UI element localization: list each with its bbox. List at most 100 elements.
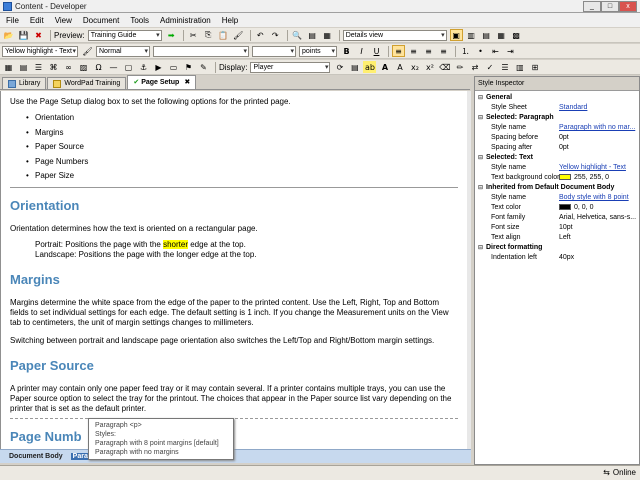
style-brush-icon[interactable]: 🖌 — [81, 45, 94, 57]
menu-help[interactable]: Help — [222, 16, 238, 25]
size-select[interactable] — [252, 45, 296, 57]
tree-icon[interactable]: ⌘ — [47, 61, 60, 73]
refresh-icon[interactable]: ⟳ — [333, 61, 346, 73]
text-size-icon[interactable]: A — [393, 61, 406, 73]
insert-row-icon[interactable]: ☰ — [498, 61, 511, 73]
flag-icon[interactable]: ⚑ — [182, 61, 195, 73]
maximize-button[interactable]: □ — [601, 1, 619, 12]
text-direction-icon[interactable]: ⇄ — [468, 61, 481, 73]
find-icon[interactable]: 🔍 — [291, 29, 304, 41]
rule-icon[interactable]: — — [107, 61, 120, 73]
editor-scrollbar[interactable] — [467, 91, 471, 449]
preview-select[interactable]: Training Guide — [87, 29, 162, 41]
preview-pane-icon[interactable]: ▤ — [348, 61, 361, 73]
display-select[interactable]: Player — [250, 61, 331, 73]
close-tab-icon[interactable]: ✖ — [184, 77, 190, 88]
merge-icon[interactable]: ⊞ — [528, 61, 541, 73]
unit-select[interactable]: points — [299, 45, 337, 57]
frame-icon[interactable]: ▢ — [122, 61, 135, 73]
properties-icon[interactable]: ▤ — [306, 29, 319, 41]
menu-tools[interactable]: Tools — [130, 16, 149, 25]
tooltip-style-option[interactable]: Paragraph with 8 point margins [default] — [95, 439, 227, 448]
image-icon[interactable]: ▨ — [77, 61, 90, 73]
align-left-icon[interactable]: ≡ — [392, 45, 405, 57]
inspector-section[interactable]: ⊟ Inherited from Default Document Body — [475, 183, 639, 193]
eraser-icon[interactable]: ⌫ — [438, 61, 451, 73]
copy-icon[interactable]: ⎘ — [202, 29, 215, 41]
insert-column-icon[interactable]: ▥ — [513, 61, 526, 73]
undo-icon[interactable]: ↶ — [254, 29, 267, 41]
font-color-icon[interactable]: A — [378, 61, 391, 73]
save-icon[interactable]: 💾 — [17, 29, 30, 41]
bold-icon[interactable]: B — [340, 45, 353, 57]
view-select[interactable]: Details view — [342, 29, 447, 41]
layout-single-icon[interactable]: ▣ — [449, 29, 463, 41]
font-select[interactable] — [153, 45, 249, 57]
paragraph-select[interactable]: Normal — [96, 45, 150, 57]
collapse-toggle-icon[interactable]: ⊟ — [478, 153, 484, 163]
tab-page-setup[interactable]: ✔ Page Setup ✖ — [127, 75, 197, 89]
menu-file[interactable]: File — [6, 16, 19, 25]
menu-document[interactable]: Document — [83, 16, 119, 25]
document-editor[interactable]: Use the Page Setup dialog box to set the… — [0, 91, 467, 449]
redo-icon[interactable]: ↷ — [269, 29, 282, 41]
link-icon[interactable]: ∞ — [62, 61, 75, 73]
menu-view[interactable]: View — [55, 16, 72, 25]
inspector-section[interactable]: ⊟ Selected: Text — [475, 153, 639, 163]
paste-icon[interactable]: 📋 — [217, 29, 230, 41]
numbered-list-icon[interactable]: ⒈ — [459, 45, 472, 57]
subscript-icon[interactable]: x₂ — [408, 61, 421, 73]
justify-icon[interactable]: ≡ — [437, 45, 450, 57]
minimize-button[interactable]: _ — [583, 1, 601, 12]
folder-icon[interactable]: 📂 — [2, 29, 15, 41]
table-icon[interactable]: ▦ — [321, 29, 334, 41]
collapse-toggle-icon[interactable]: ⊟ — [478, 93, 484, 103]
pen-icon[interactable]: ✏ — [453, 61, 466, 73]
tab-wordpad-training[interactable]: WordPad Training — [47, 77, 127, 89]
delete-icon[interactable]: ✖ — [32, 29, 45, 41]
tab-library[interactable]: Library — [2, 77, 47, 89]
property-link[interactable]: Standard — [559, 103, 639, 113]
menu-edit[interactable]: Edit — [30, 16, 44, 25]
collapse-toggle-icon[interactable]: ⊟ — [478, 243, 484, 253]
collapse-toggle-icon[interactable]: ⊟ — [478, 183, 484, 193]
layout-horizontal-icon[interactable]: ▦ — [495, 29, 508, 41]
close-button[interactable]: x — [619, 1, 637, 12]
underline-icon[interactable]: U — [370, 45, 383, 57]
format-painter-icon[interactable]: 🖌 — [232, 29, 245, 41]
grid-icon[interactable]: ▤ — [17, 61, 30, 73]
align-right-icon[interactable]: ≡ — [422, 45, 435, 57]
layout-split-icon[interactable]: ▥ — [465, 29, 478, 41]
inspector-section[interactable]: ⊟ Selected: Paragraph — [475, 113, 639, 123]
cut-icon[interactable]: ✂ — [187, 29, 200, 41]
highlighted-text[interactable]: shorter — [163, 240, 188, 250]
form-icon[interactable]: ▭ — [167, 61, 180, 73]
inspector-section[interactable]: ⊟ General — [475, 93, 639, 103]
breadcrumb-document-body[interactable]: Document Body — [9, 453, 63, 460]
menu-administration[interactable]: Administration — [160, 16, 211, 25]
spellcheck-icon[interactable]: ✓ — [483, 61, 496, 73]
layout-vertical-icon[interactable]: ▤ — [480, 29, 493, 41]
property-link[interactable]: Yellow highlight - Text — [559, 163, 639, 173]
outdent-icon[interactable]: ⇤ — [489, 45, 502, 57]
style-select[interactable]: Yellow highlight - Text — [2, 45, 78, 57]
indent-icon[interactable]: ⇥ — [504, 45, 517, 57]
italic-icon[interactable]: I — [355, 45, 368, 57]
align-center-icon[interactable]: ≡ — [407, 45, 420, 57]
superscript-icon[interactable]: x² — [423, 61, 436, 73]
inspector-section[interactable]: ⊟ Direct formatting — [475, 243, 639, 253]
media-icon[interactable]: ▶ — [152, 61, 165, 73]
go-icon[interactable]: ➡ — [165, 29, 178, 41]
tooltip-style-option[interactable]: Paragraph with no margins — [95, 448, 227, 457]
collapse-toggle-icon[interactable]: ⊟ — [478, 113, 484, 123]
brush-icon[interactable]: ✎ — [197, 61, 210, 73]
bullet-list-icon[interactable]: • — [474, 45, 487, 57]
layout-grid-icon[interactable]: ▩ — [510, 29, 523, 41]
property-link[interactable]: Paragraph with no mar... — [559, 123, 639, 133]
symbol-icon[interactable]: Ω — [92, 61, 105, 73]
property-link[interactable]: Body style with 8 point — [559, 193, 639, 203]
table-insert-icon[interactable]: ▦ — [2, 61, 15, 73]
list-icon[interactable]: ☰ — [32, 61, 45, 73]
anchor-icon[interactable]: ⚓ — [137, 61, 150, 73]
highlight-icon[interactable]: ab — [363, 61, 377, 73]
